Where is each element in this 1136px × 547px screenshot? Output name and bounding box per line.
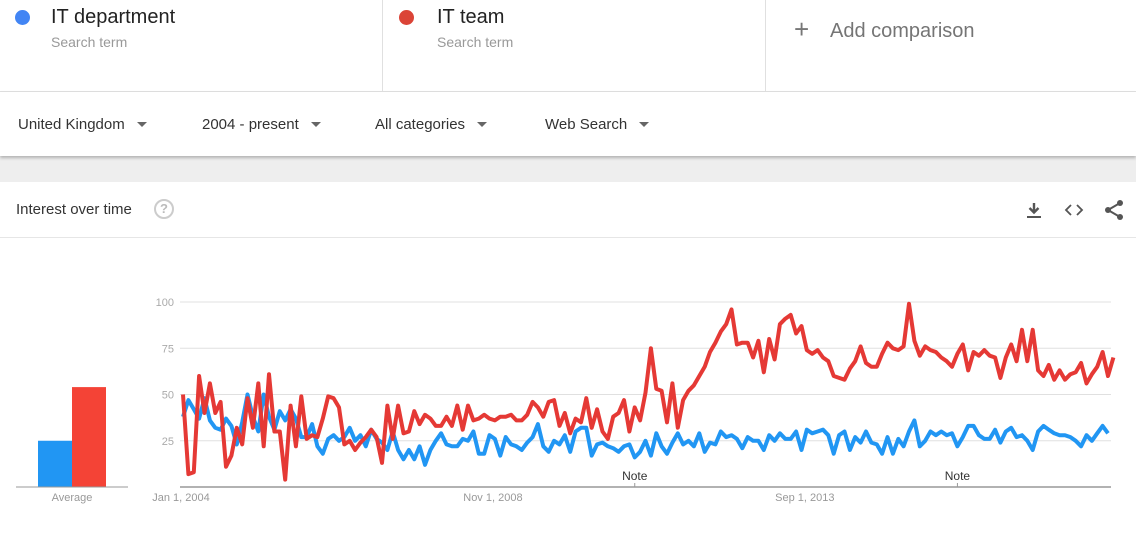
series-color-dot-red: [399, 10, 414, 25]
region-dropdown[interactable]: United Kingdom: [18, 116, 147, 133]
add-comparison-label: Add comparison: [830, 20, 975, 42]
time-range-dropdown[interactable]: 2004 - present: [202, 116, 321, 133]
filter-bar: United Kingdom 2004 - present All catego…: [0, 92, 1136, 156]
interest-over-time-chart[interactable]: Average 25 50 75 100 Jan 1, 2004 Nov 1, 2008 S…: [0, 240, 1136, 547]
category-dropdown[interactable]: All categories: [375, 116, 488, 133]
y-tick-label: 75: [162, 343, 174, 355]
average-label: Average: [52, 492, 93, 504]
caret-down-icon: [310, 122, 321, 127]
y-tick-label: 100: [156, 297, 174, 309]
y-tick-label: 25: [162, 436, 174, 448]
term-type-label: Search term: [437, 34, 514, 50]
category-label: All categories: [375, 116, 466, 133]
term-name[interactable]: IT team: [437, 6, 504, 29]
search-type-label: Web Search: [545, 116, 628, 133]
term-name[interactable]: IT department: [51, 6, 175, 29]
add-comparison-button[interactable]: + Add comparison: [766, 0, 1136, 91]
plus-icon: +: [794, 14, 810, 44]
card-header: Interest over time ?: [0, 182, 1136, 238]
section-divider: [0, 156, 1136, 182]
chart-series-lines: [181, 301, 1116, 482]
term-it-department[interactable]: IT department Search term: [0, 0, 383, 92]
caret-down-icon: [639, 122, 650, 127]
term-type-label: Search term: [51, 34, 128, 50]
caret-down-icon: [136, 122, 147, 127]
card-title: Interest over time: [16, 201, 132, 218]
time-range-label: 2004 - present: [202, 116, 299, 133]
region-dropdown-label: United Kingdom: [18, 116, 125, 133]
average-bar-chart: Average: [16, 387, 128, 504]
download-icon[interactable]: [1022, 198, 1046, 222]
average-bar-it-department: [38, 440, 72, 487]
caret-down-icon: [477, 122, 488, 127]
help-icon[interactable]: ?: [154, 199, 174, 219]
x-tick-label: Sep 1, 2013: [775, 492, 834, 504]
term-it-team[interactable]: IT team Search term: [383, 0, 766, 92]
y-tick-label: 50: [162, 390, 174, 402]
embed-icon[interactable]: [1062, 198, 1086, 222]
series-line-it-department[interactable]: [181, 392, 1110, 467]
note-annotation[interactable]: Note: [945, 469, 971, 483]
search-terms-bar: IT department Search term IT team Search…: [0, 0, 1136, 92]
average-bar-it-team: [72, 387, 106, 487]
share-icon[interactable]: [1102, 198, 1126, 222]
series-color-dot-blue: [15, 10, 30, 25]
x-tick-label: Jan 1, 2004: [152, 492, 210, 504]
search-type-dropdown[interactable]: Web Search: [545, 116, 650, 133]
note-annotation[interactable]: Note: [622, 469, 648, 483]
chart-axis-labels: 25 50 75 100 Jan 1, 2004 Nov 1, 2008 Sep 1, 20…: [152, 297, 970, 504]
x-tick-label: Nov 1, 2008: [463, 492, 522, 504]
